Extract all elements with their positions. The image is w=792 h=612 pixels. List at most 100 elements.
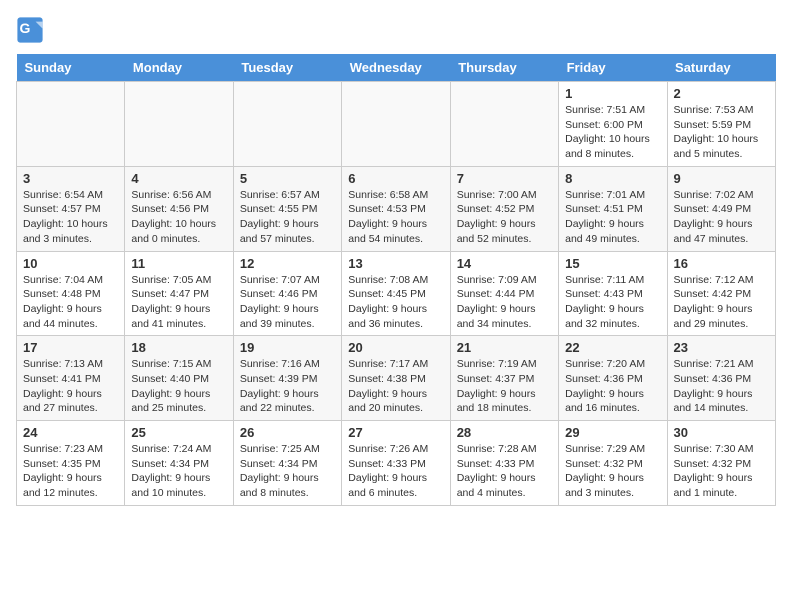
- calendar-cell: [450, 82, 558, 167]
- calendar-cell: 14 Sunrise: 7:09 AM Sunset: 4:44 PM Dayli…: [450, 251, 558, 336]
- day-info: Sunrise: 7:08 AM Sunset: 4:45 PM Dayligh…: [348, 273, 443, 332]
- calendar-cell: 6Sunrise: 6:58 AM Sunset: 4:53 PM Daylig…: [342, 166, 450, 251]
- day-info: Sunrise: 7:28 AM Sunset: 4:33 PM Dayligh…: [457, 442, 552, 501]
- day-info: Sunrise: 7:12 AM Sunset: 4:42 PM Dayligh…: [674, 273, 769, 332]
- day-info: Sunrise: 6:54 AM Sunset: 4:57 PM Dayligh…: [23, 188, 118, 247]
- day-number: 3: [23, 171, 118, 186]
- day-info: Sunrise: 7:02 AM Sunset: 4:49 PM Dayligh…: [674, 188, 769, 247]
- day-number: 5: [240, 171, 335, 186]
- day-number: 12: [240, 256, 335, 271]
- svg-text:G: G: [20, 20, 31, 36]
- calendar-table: SundayMondayTuesdayWednesdayThursdayFrid…: [16, 54, 776, 506]
- calendar-cell: 28 Sunrise: 7:28 AM Sunset: 4:33 PM Dayli…: [450, 421, 558, 506]
- day-info: Sunrise: 7:05 AM Sunset: 4:47 PM Dayligh…: [131, 273, 226, 332]
- weekday-header-saturday: Saturday: [667, 54, 775, 82]
- day-number: 13: [348, 256, 443, 271]
- day-number: 27: [348, 425, 443, 440]
- calendar-cell: 20Sunrise: 7:17 AM Sunset: 4:38 PM Dayli…: [342, 336, 450, 421]
- calendar-cell: 16 Sunrise: 7:12 AM Sunset: 4:42 PM Dayli…: [667, 251, 775, 336]
- calendar-cell: [342, 82, 450, 167]
- calendar-cell: 4 Sunrise: 6:56 AM Sunset: 4:56 PM Daylig…: [125, 166, 233, 251]
- day-number: 20: [348, 340, 443, 355]
- day-number: 28: [457, 425, 552, 440]
- calendar-cell: 17 Sunrise: 7:13 AM Sunset: 4:41 PM Dayli…: [17, 336, 125, 421]
- calendar-body: 1 Sunrise: 7:51 AM Sunset: 6:00 PM Daylig…: [17, 82, 776, 506]
- calendar-week-4: 24 Sunrise: 7:23 AM Sunset: 4:35 PM Dayli…: [17, 421, 776, 506]
- day-info: Sunrise: 7:20 AM Sunset: 4:36 PM Dayligh…: [565, 357, 660, 416]
- calendar-cell: 12 Sunrise: 7:07 AM Sunset: 4:46 PM Dayli…: [233, 251, 341, 336]
- day-number: 30: [674, 425, 769, 440]
- day-number: 29: [565, 425, 660, 440]
- calendar-cell: 25 Sunrise: 7:24 AM Sunset: 4:34 PM Dayli…: [125, 421, 233, 506]
- day-number: 18: [131, 340, 226, 355]
- calendar-cell: 2 Sunrise: 7:53 AM Sunset: 5:59 PM Daylig…: [667, 82, 775, 167]
- calendar-cell: 15 Sunrise: 7:11 AM Sunset: 4:43 PM Dayli…: [559, 251, 667, 336]
- day-number: 9: [674, 171, 769, 186]
- logo: G: [16, 16, 48, 44]
- day-info: Sunrise: 7:51 AM Sunset: 6:00 PM Dayligh…: [565, 103, 660, 162]
- calendar-week-3: 17 Sunrise: 7:13 AM Sunset: 4:41 PM Dayli…: [17, 336, 776, 421]
- weekday-header-tuesday: Tuesday: [233, 54, 341, 82]
- header-row: SundayMondayTuesdayWednesdayThursdayFrid…: [17, 54, 776, 82]
- day-number: 22: [565, 340, 660, 355]
- day-number: 16: [674, 256, 769, 271]
- day-info: Sunrise: 6:56 AM Sunset: 4:56 PM Dayligh…: [131, 188, 226, 247]
- day-info: Sunrise: 7:21 AM Sunset: 4:36 PM Dayligh…: [674, 357, 769, 416]
- calendar-cell: 10Sunrise: 7:04 AM Sunset: 4:48 PM Dayli…: [17, 251, 125, 336]
- day-number: 14: [457, 256, 552, 271]
- header: G: [16, 16, 776, 44]
- calendar-cell: 23 Sunrise: 7:21 AM Sunset: 4:36 PM Dayli…: [667, 336, 775, 421]
- day-info: Sunrise: 6:57 AM Sunset: 4:55 PM Dayligh…: [240, 188, 335, 247]
- day-number: 23: [674, 340, 769, 355]
- day-number: 24: [23, 425, 118, 440]
- weekday-header-friday: Friday: [559, 54, 667, 82]
- calendar-cell: 11 Sunrise: 7:05 AM Sunset: 4:47 PM Dayli…: [125, 251, 233, 336]
- day-info: Sunrise: 7:53 AM Sunset: 5:59 PM Dayligh…: [674, 103, 769, 162]
- day-info: Sunrise: 7:19 AM Sunset: 4:37 PM Dayligh…: [457, 357, 552, 416]
- day-number: 2: [674, 86, 769, 101]
- calendar-cell: 8Sunrise: 7:01 AM Sunset: 4:51 PM Daylig…: [559, 166, 667, 251]
- day-number: 4: [131, 171, 226, 186]
- day-number: 11: [131, 256, 226, 271]
- day-number: 17: [23, 340, 118, 355]
- day-info: Sunrise: 7:07 AM Sunset: 4:46 PM Dayligh…: [240, 273, 335, 332]
- calendar-cell: 1 Sunrise: 7:51 AM Sunset: 6:00 PM Daylig…: [559, 82, 667, 167]
- weekday-header-sunday: Sunday: [17, 54, 125, 82]
- day-info: Sunrise: 7:29 AM Sunset: 4:32 PM Dayligh…: [565, 442, 660, 501]
- weekday-header-thursday: Thursday: [450, 54, 558, 82]
- day-number: 7: [457, 171, 552, 186]
- calendar-cell: 22 Sunrise: 7:20 AM Sunset: 4:36 PM Dayli…: [559, 336, 667, 421]
- day-info: Sunrise: 7:13 AM Sunset: 4:41 PM Dayligh…: [23, 357, 118, 416]
- day-info: Sunrise: 7:23 AM Sunset: 4:35 PM Dayligh…: [23, 442, 118, 501]
- calendar-header: SundayMondayTuesdayWednesdayThursdayFrid…: [17, 54, 776, 82]
- day-number: 6: [348, 171, 443, 186]
- day-number: 19: [240, 340, 335, 355]
- day-number: 21: [457, 340, 552, 355]
- calendar-cell: 30Sunrise: 7:30 AM Sunset: 4:32 PM Dayli…: [667, 421, 775, 506]
- calendar-cell: 7 Sunrise: 7:00 AM Sunset: 4:52 PM Daylig…: [450, 166, 558, 251]
- logo-icon: G: [16, 16, 44, 44]
- day-info: Sunrise: 7:16 AM Sunset: 4:39 PM Dayligh…: [240, 357, 335, 416]
- calendar-cell: 26 Sunrise: 7:25 AM Sunset: 4:34 PM Dayli…: [233, 421, 341, 506]
- calendar-cell: 24 Sunrise: 7:23 AM Sunset: 4:35 PM Dayli…: [17, 421, 125, 506]
- calendar-week-2: 10Sunrise: 7:04 AM Sunset: 4:48 PM Dayli…: [17, 251, 776, 336]
- calendar-cell: [125, 82, 233, 167]
- calendar-week-0: 1 Sunrise: 7:51 AM Sunset: 6:00 PM Daylig…: [17, 82, 776, 167]
- day-info: Sunrise: 7:26 AM Sunset: 4:33 PM Dayligh…: [348, 442, 443, 501]
- day-number: 26: [240, 425, 335, 440]
- day-number: 1: [565, 86, 660, 101]
- calendar-cell: 5 Sunrise: 6:57 AM Sunset: 4:55 PM Daylig…: [233, 166, 341, 251]
- day-info: Sunrise: 7:00 AM Sunset: 4:52 PM Dayligh…: [457, 188, 552, 247]
- day-info: Sunrise: 7:04 AM Sunset: 4:48 PM Dayligh…: [23, 273, 118, 332]
- calendar-cell: 18Sunrise: 7:15 AM Sunset: 4:40 PM Dayli…: [125, 336, 233, 421]
- day-number: 25: [131, 425, 226, 440]
- calendar-cell: 9 Sunrise: 7:02 AM Sunset: 4:49 PM Daylig…: [667, 166, 775, 251]
- calendar-cell: 19 Sunrise: 7:16 AM Sunset: 4:39 PM Dayli…: [233, 336, 341, 421]
- day-info: Sunrise: 7:11 AM Sunset: 4:43 PM Dayligh…: [565, 273, 660, 332]
- day-info: Sunrise: 7:01 AM Sunset: 4:51 PM Dayligh…: [565, 188, 660, 247]
- day-number: 15: [565, 256, 660, 271]
- day-info: Sunrise: 7:24 AM Sunset: 4:34 PM Dayligh…: [131, 442, 226, 501]
- calendar-cell: 29 Sunrise: 7:29 AM Sunset: 4:32 PM Dayli…: [559, 421, 667, 506]
- day-info: Sunrise: 7:09 AM Sunset: 4:44 PM Dayligh…: [457, 273, 552, 332]
- day-info: Sunrise: 7:25 AM Sunset: 4:34 PM Dayligh…: [240, 442, 335, 501]
